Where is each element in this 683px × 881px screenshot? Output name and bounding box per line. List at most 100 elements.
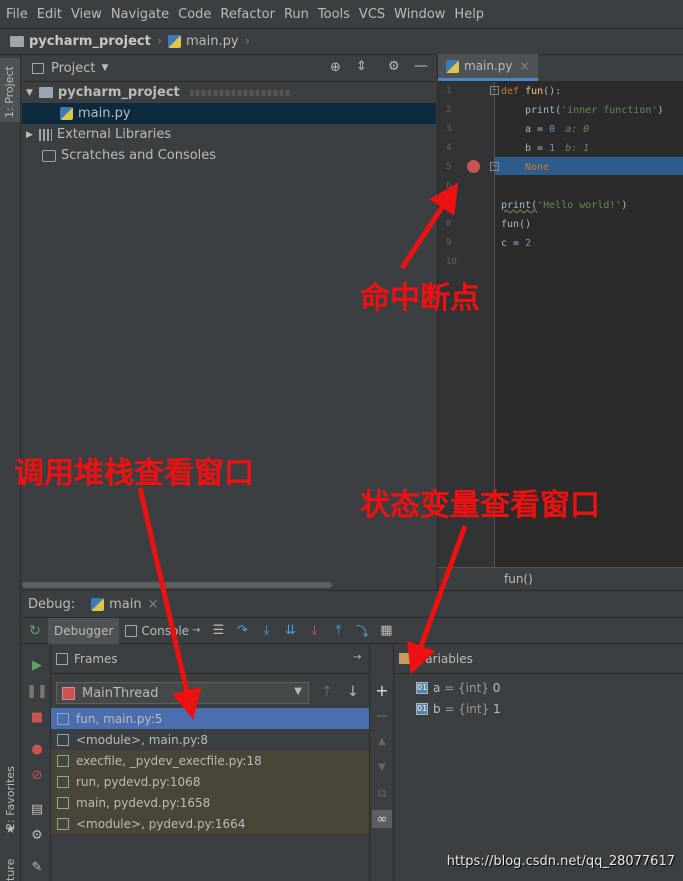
favorites-tool-label[interactable]: 2: Favorites: [4, 766, 17, 830]
frame-row-library[interactable]: run, pydevd.py:1068: [51, 771, 369, 792]
tab-debugger[interactable]: Debugger: [48, 617, 120, 644]
remove-watch-icon[interactable]: −: [373, 706, 391, 725]
fold-icon[interactable]: −: [490, 86, 499, 95]
thread-select[interactable]: MainThread ▼: [56, 682, 309, 704]
variable-row[interactable]: 01 b = {int} 1: [416, 699, 501, 719]
variables-icon: [399, 653, 412, 664]
expand-down-icon[interactable]: ▼: [26, 88, 33, 98]
pin-tab-icon[interactable]: ✎: [28, 858, 46, 876]
menu-vcs[interactable]: VCS: [359, 7, 385, 22]
pin-icon[interactable]: →: [192, 625, 200, 636]
nav-file[interactable]: main.py: [186, 34, 239, 49]
frames-pane: Frames → MainThread ▼ ↑ ↓ fun, main.py:5…: [51, 644, 369, 881]
fold-icon[interactable]: −: [490, 162, 499, 171]
editor-breadcrumb[interactable]: fun(): [438, 567, 683, 590]
menu-edit[interactable]: Edit: [37, 7, 62, 22]
frame-row-selected[interactable]: fun, main.py:5: [51, 708, 369, 729]
structure-tool-label[interactable]: ture: [4, 859, 17, 881]
minimize-icon[interactable]: —: [414, 58, 428, 74]
menu-run[interactable]: Run: [284, 7, 309, 22]
new-watch-icon[interactable]: +: [373, 681, 391, 700]
frames-icon: [56, 652, 68, 665]
menu-code[interactable]: Code: [178, 7, 211, 22]
frame-row-library[interactable]: main, pydevd.py:1658: [51, 792, 369, 813]
line-number: 8: [446, 219, 452, 229]
project-tool-tab[interactable]: 1: Project: [0, 58, 20, 122]
code-line-2[interactable]: print('inner function'): [525, 105, 663, 116]
project-pane-title[interactable]: Project: [51, 61, 95, 76]
show-watches-icon[interactable]: ∞: [372, 810, 392, 828]
copy-icon[interactable]: ⧉: [373, 784, 391, 802]
menu-file[interactable]: File: [6, 7, 28, 22]
project-view-icon: [32, 62, 44, 74]
nav-project[interactable]: pycharm_project: [29, 34, 151, 49]
step-out-icon[interactable]: ⤒: [328, 621, 348, 641]
frame-row-library[interactable]: <module>, pydevd.py:1664: [51, 813, 369, 834]
frame-row[interactable]: <module>, main.py:8: [51, 729, 369, 750]
menu-window[interactable]: Window: [394, 7, 445, 22]
tree-item-scratches[interactable]: Scratches and Consoles: [22, 145, 436, 166]
tree-item-label: Scratches and Consoles: [61, 148, 217, 163]
move-down-icon[interactable]: ▼: [373, 758, 391, 776]
close-icon[interactable]: ×: [148, 597, 159, 612]
horizontal-scrollbar[interactable]: [22, 582, 332, 588]
editor-tab-main-py[interactable]: main.py ×: [438, 54, 538, 81]
variables-pane: Variables 01 a = {int} 0 01 b = {int} 1: [394, 644, 683, 881]
code-line-4[interactable]: b = 1 b: 1: [525, 143, 589, 154]
evaluate-expression-icon[interactable]: ▦: [376, 621, 396, 641]
move-up-icon[interactable]: ▲: [373, 732, 391, 750]
code-text: ): [657, 105, 664, 116]
layout-icon[interactable]: ▤: [28, 800, 46, 818]
debug-config-tab[interactable]: main: [109, 597, 141, 612]
run-to-cursor-icon[interactable]: ⤵: [352, 621, 372, 641]
menu-refactor[interactable]: Refactor: [220, 7, 275, 22]
tab-console[interactable]: Console →: [119, 618, 206, 644]
variable-row[interactable]: 01 a = {int} 0: [416, 678, 500, 698]
settings-icon[interactable]: ⚙: [28, 826, 46, 844]
pause-icon[interactable]: ❚❚: [26, 682, 48, 700]
code-line-1[interactable]: def fun():: [501, 86, 561, 97]
locate-icon[interactable]: ⊕: [330, 60, 341, 75]
mute-breakpoints-icon[interactable]: ⊘: [28, 766, 46, 784]
frame-label: main, pydevd.py:1658: [76, 795, 211, 810]
tree-item-project[interactable]: ▼ pycharm_project: [22, 82, 436, 103]
step-into-my-code-icon[interactable]: ⇊: [280, 621, 300, 641]
variable-name: a: [433, 681, 441, 695]
frame-row-library[interactable]: execfile, _pydev_execfile.py:18: [51, 750, 369, 771]
code-line-5[interactable]: None: [525, 162, 549, 173]
code-line-8[interactable]: fun(): [501, 219, 531, 230]
resume-icon[interactable]: ▶: [28, 656, 46, 674]
previous-frame-icon[interactable]: ↑: [321, 684, 333, 700]
collapse-icon[interactable]: ⇕: [356, 59, 367, 74]
rerun-icon[interactable]: ↻: [22, 623, 48, 639]
chevron-down-icon[interactable]: ▼: [101, 63, 108, 73]
step-over-icon[interactable]: ↷: [232, 621, 252, 641]
code-line-7[interactable]: print('Hello world!'): [501, 200, 627, 211]
star-icon: ★: [5, 822, 16, 836]
gear-icon[interactable]: ⚙: [388, 59, 400, 74]
next-frame-icon[interactable]: ↓: [347, 684, 359, 700]
inline-value-hint: b: 1: [565, 143, 590, 154]
expand-right-icon[interactable]: ▶: [26, 130, 33, 140]
number-literal: 2: [525, 238, 532, 249]
code-line-3[interactable]: a = 0 a: 0: [525, 124, 589, 135]
menu-help[interactable]: Help: [454, 7, 484, 22]
force-step-into-icon[interactable]: ⤓: [304, 621, 324, 641]
close-icon[interactable]: ×: [520, 59, 530, 73]
tree-item-external-libraries[interactable]: ▶ External Libraries: [22, 124, 436, 145]
menu-navigate[interactable]: Navigate: [111, 7, 169, 22]
tree-item-main-py[interactable]: main.py: [22, 103, 436, 124]
menu-tools[interactable]: Tools: [318, 7, 350, 22]
step-into-icon[interactable]: ⤓: [256, 621, 276, 641]
breakpoint-icon[interactable]: [467, 160, 480, 173]
show-execution-point-icon[interactable]: ☰: [208, 621, 228, 641]
line-number: 7: [446, 200, 452, 210]
execution-line-highlight: [495, 157, 683, 175]
menu-view[interactable]: View: [71, 7, 102, 22]
stop-icon[interactable]: ■: [28, 708, 46, 726]
restore-layout-icon[interactable]: →: [353, 652, 361, 663]
view-breakpoints-icon[interactable]: ●: [28, 740, 46, 758]
code-text: ():: [543, 86, 562, 97]
thread-icon: [62, 686, 75, 700]
code-line-9[interactable]: c = 2: [501, 238, 531, 249]
